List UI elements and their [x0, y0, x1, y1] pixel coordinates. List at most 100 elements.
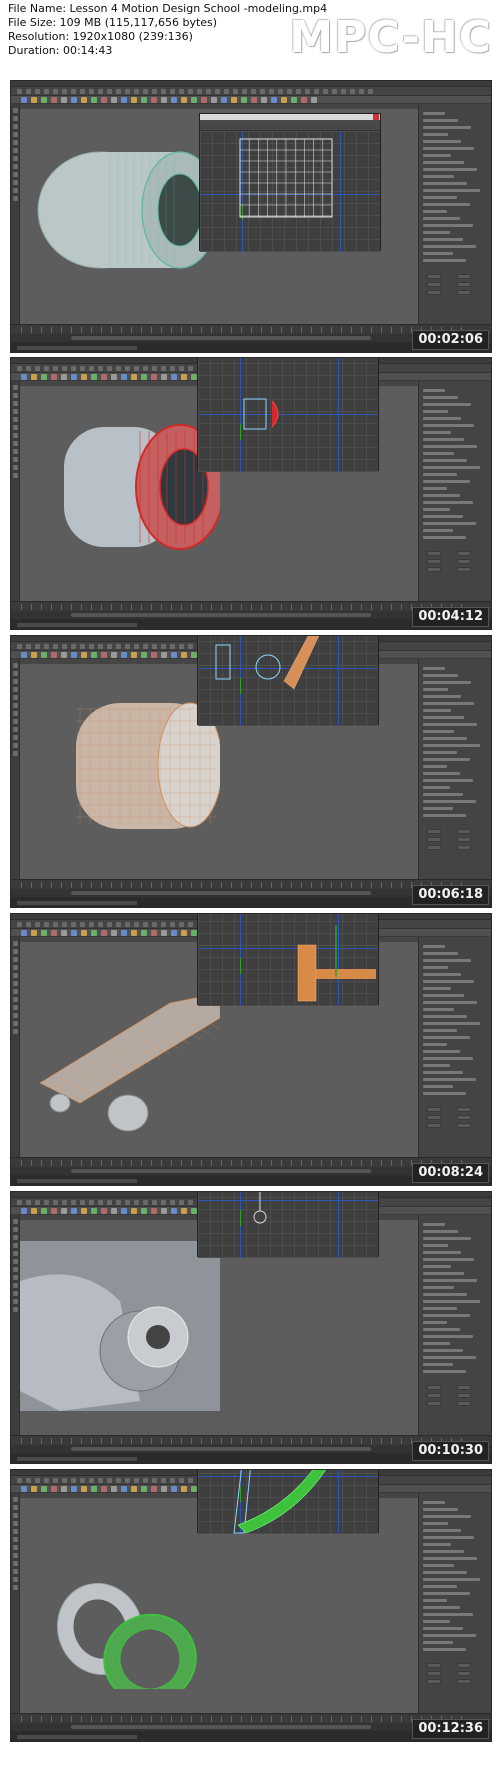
tool-icon[interactable] [13, 1521, 18, 1526]
toolbar-icon[interactable] [152, 922, 157, 927]
toolbar-icon[interactable] [170, 89, 175, 94]
tool-icon[interactable] [13, 1585, 18, 1590]
toolbar-icon[interactable] [125, 922, 130, 927]
shelf-tool-icon[interactable] [101, 930, 107, 936]
shelf-tool-icon[interactable] [151, 1208, 157, 1214]
toolbar-icon[interactable] [17, 644, 22, 649]
toolbar-icon[interactable] [53, 366, 58, 371]
shelf-tool-icon[interactable] [271, 97, 277, 103]
shelf-tool-icon[interactable] [31, 930, 37, 936]
shelf-tool-icon[interactable] [61, 97, 67, 103]
toolbar-icon[interactable] [116, 89, 121, 94]
attribute-button[interactable] [427, 1123, 441, 1128]
attribute-editor-panel[interactable] [418, 659, 491, 879]
toolbar-icon[interactable] [179, 922, 184, 927]
shelf-tool-icon[interactable] [141, 1208, 147, 1214]
shelf-tool-icon[interactable] [91, 1486, 97, 1492]
tool-box[interactable] [11, 104, 20, 324]
shelf-tool-icon[interactable] [81, 1208, 87, 1214]
toolbar-icon[interactable] [89, 644, 94, 649]
toolbar-icon[interactable] [26, 89, 31, 94]
shelf-tool-icon[interactable] [21, 1208, 27, 1214]
tool-icon[interactable] [13, 457, 18, 462]
shelf-tool-icon[interactable] [41, 374, 47, 380]
shelf-tool-icon[interactable] [181, 1486, 187, 1492]
tool-icon[interactable] [13, 1021, 18, 1026]
tool-icon[interactable] [13, 1235, 18, 1240]
tool-icon[interactable] [13, 473, 18, 478]
shelf-tool-icon[interactable] [121, 1486, 127, 1492]
attribute-button[interactable] [457, 1385, 471, 1390]
tool-icon[interactable] [13, 663, 18, 668]
toolbar-icon[interactable] [26, 922, 31, 927]
tool-icon[interactable] [13, 425, 18, 430]
toolbar-icon[interactable] [197, 89, 202, 94]
shelf-tool-icon[interactable] [131, 1486, 137, 1492]
toolbar-icon[interactable] [35, 922, 40, 927]
toolbar-icon[interactable] [71, 366, 76, 371]
attribute-editor-panel[interactable] [418, 1493, 491, 1713]
shelf-tool-icon[interactable] [91, 1208, 97, 1214]
attribute-button[interactable] [457, 567, 471, 572]
shelf-tool-icon[interactable] [111, 652, 117, 658]
attribute-button[interactable] [457, 1393, 471, 1398]
shelf-tool-icon[interactable] [61, 1208, 67, 1214]
shelf-tool-icon[interactable] [81, 1486, 87, 1492]
toolbar-icon[interactable] [107, 366, 112, 371]
shelf-tool-icon[interactable] [181, 652, 187, 658]
toolbar-icon[interactable] [17, 89, 22, 94]
tool-icon[interactable] [13, 1259, 18, 1264]
toolbar-icon[interactable] [98, 1200, 103, 1205]
shelf-tool-icon[interactable] [101, 97, 107, 103]
tool-icon[interactable] [13, 172, 18, 177]
toolbar-icon[interactable] [62, 366, 67, 371]
tool-icon[interactable] [13, 1005, 18, 1010]
range-slider-handle[interactable] [71, 1169, 371, 1173]
shelf-tool-icon[interactable] [181, 97, 187, 103]
attribute-button[interactable] [427, 567, 441, 572]
command-input[interactable] [17, 1179, 137, 1183]
toolbar-icon[interactable] [161, 922, 166, 927]
shelf-tool-icon[interactable] [131, 374, 137, 380]
tool-icon[interactable] [13, 156, 18, 161]
tool-icon[interactable] [13, 441, 18, 446]
toolbar-icon[interactable] [89, 1200, 94, 1205]
shelf-tool-icon[interactable] [121, 374, 127, 380]
shelf-tool-icon[interactable] [101, 1208, 107, 1214]
attribute-button[interactable] [427, 1115, 441, 1120]
tool-icon[interactable] [13, 695, 18, 700]
shelf-tool-icon[interactable] [151, 652, 157, 658]
tool-icon[interactable] [13, 108, 18, 113]
attribute-button[interactable] [457, 837, 471, 842]
range-slider-handle[interactable] [71, 1725, 371, 1729]
tool-icon[interactable] [13, 1291, 18, 1296]
tool-icon[interactable] [13, 465, 18, 470]
shelf-tool-icon[interactable] [151, 1486, 157, 1492]
attribute-button[interactable] [457, 1671, 471, 1676]
uv-editor-window[interactable] [197, 636, 379, 726]
attribute-button[interactable] [457, 1115, 471, 1120]
toolbar-icon[interactable] [62, 1478, 67, 1483]
toolbar-icon[interactable] [224, 89, 229, 94]
shelf-tool-icon[interactable] [211, 97, 217, 103]
shelf-tool-icon[interactable] [31, 374, 37, 380]
toolbar-icon[interactable] [71, 922, 76, 927]
toolbar-icon[interactable] [116, 922, 121, 927]
toolbar-icon[interactable] [80, 366, 85, 371]
tool-icon[interactable] [13, 1577, 18, 1582]
tool-icon[interactable] [13, 1283, 18, 1288]
attribute-button[interactable] [457, 559, 471, 564]
toolbar-icon[interactable] [179, 644, 184, 649]
tool-icon[interactable] [13, 1227, 18, 1232]
attribute-button[interactable] [457, 1401, 471, 1406]
uv-editor-window[interactable] [197, 1470, 379, 1534]
shelf-tool-icon[interactable] [291, 97, 297, 103]
shelf-tool-icon[interactable] [311, 97, 317, 103]
shelf-tool-icon[interactable] [141, 374, 147, 380]
toolbar-icon[interactable] [215, 89, 220, 94]
shelf-tool-icon[interactable] [191, 97, 197, 103]
shelf-tool-icon[interactable] [21, 930, 27, 936]
uv-editor-window[interactable] [197, 358, 379, 472]
shelf-tool-icon[interactable] [71, 374, 77, 380]
tool-icon[interactable] [13, 1537, 18, 1542]
